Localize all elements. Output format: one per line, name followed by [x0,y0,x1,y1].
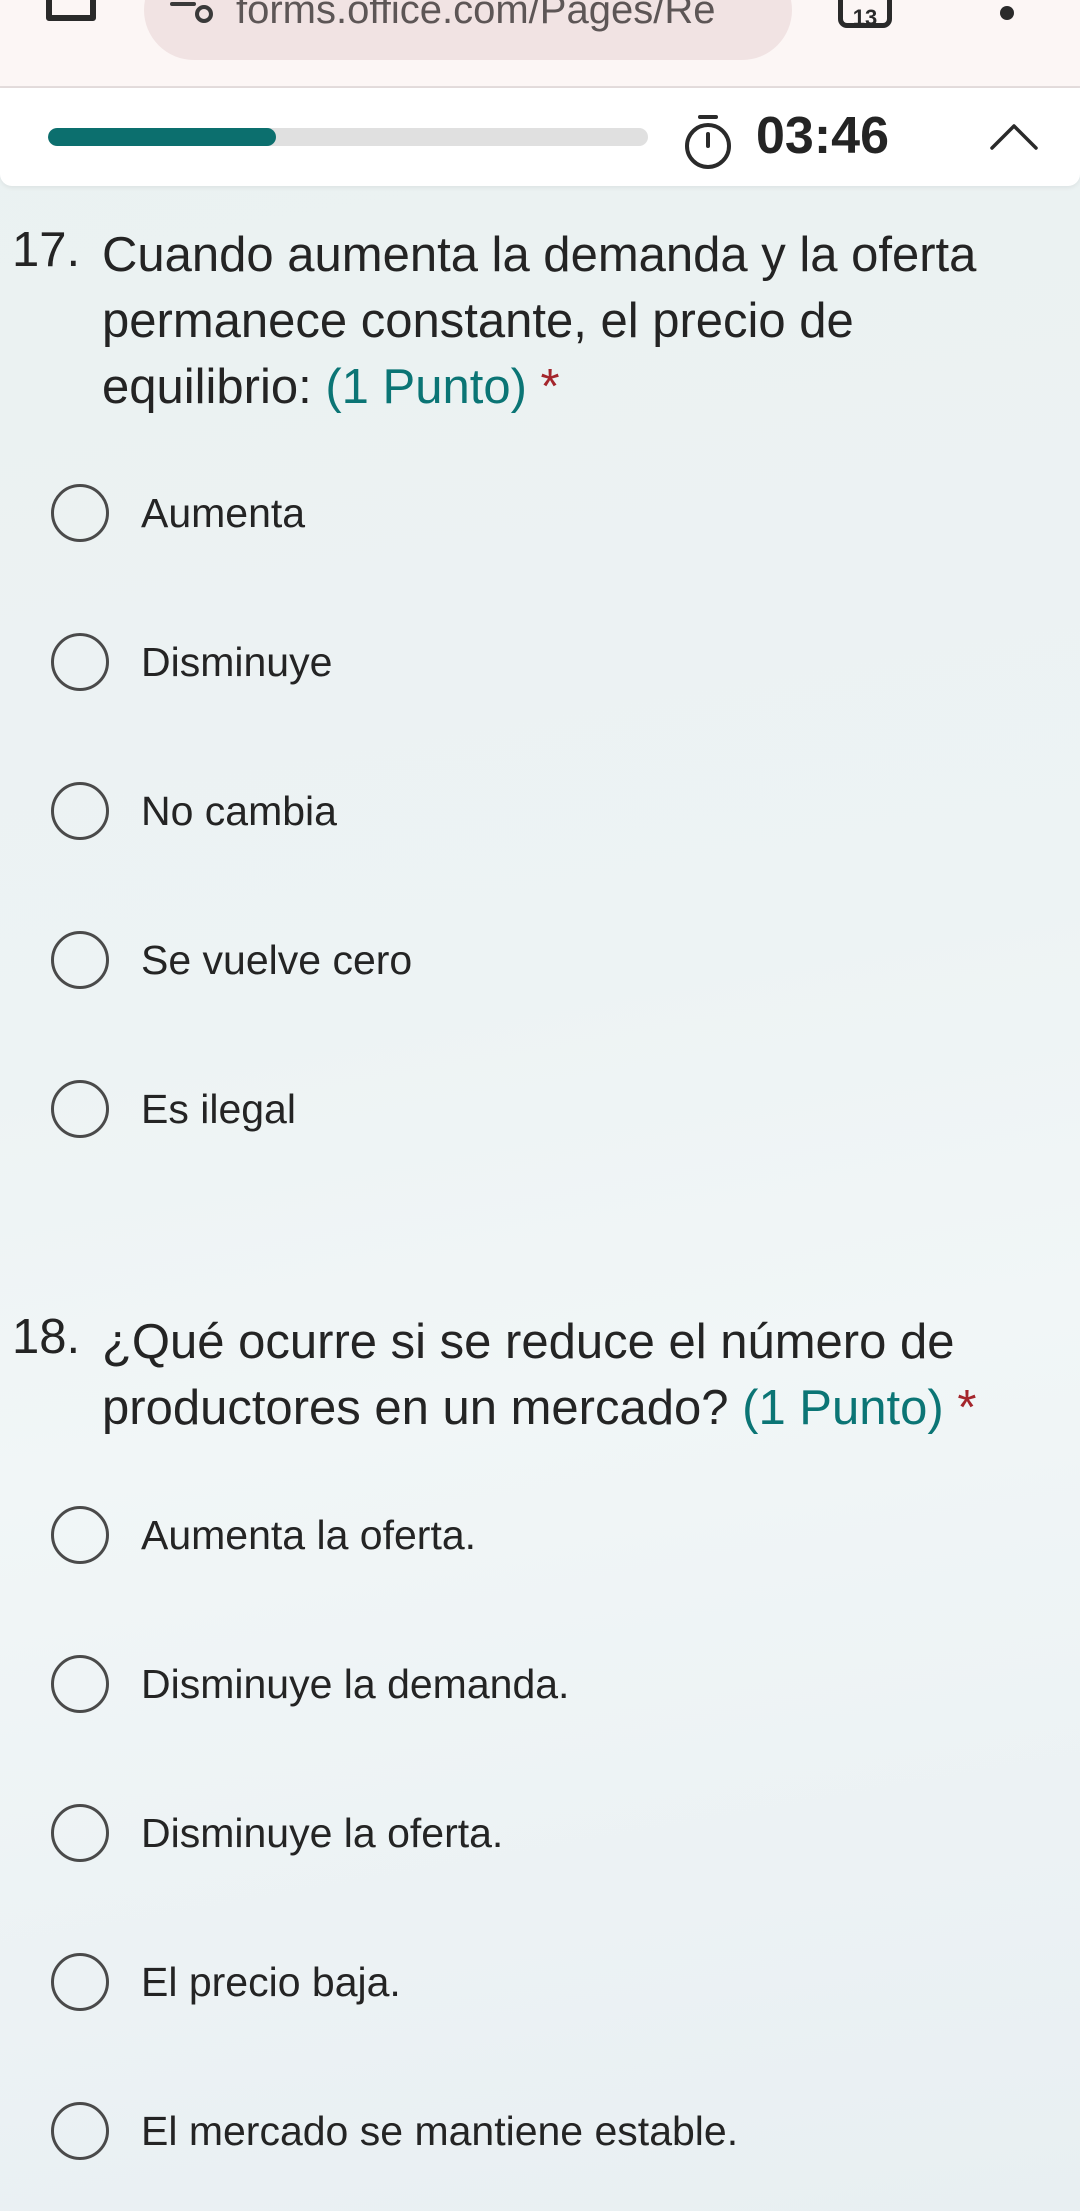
option-aumenta[interactable]: Aumenta [0,454,1080,574]
radio-button[interactable] [51,633,109,691]
option-disminuye-la-demanda[interactable]: Disminuye la demanda. [0,1625,1080,1745]
option-el-precio-baja[interactable]: El precio baja. [0,1923,1080,2043]
required-marker: * [957,1381,977,1435]
home-icon[interactable] [44,0,98,24]
option-disminuye[interactable]: Disminuye [0,603,1080,723]
tab-switcher-button[interactable]: 13 [838,0,892,30]
question-title: ¿Qué ocurre si se reduce el número de pr… [102,1309,1050,1441]
radio-button[interactable] [51,1655,109,1713]
option-label: Disminuye la demanda. [141,1661,570,1707]
progress-fill [48,128,276,146]
required-marker: * [540,360,560,414]
more-menu-icon[interactable] [996,0,1020,30]
option-label: Aumenta [141,490,306,536]
chevron-up-icon[interactable] [986,116,1042,156]
option-se-vuelve-cero[interactable]: Se vuelve cero [0,901,1080,1021]
option-no-cambia[interactable]: No cambia [0,752,1080,872]
option-mercado-estable[interactable]: El mercado se mantiene estable. [0,2072,1080,2192]
site-settings-icon[interactable] [170,0,216,24]
timer-text: 03:46 [756,107,889,165]
question-title: Cuando aumenta la demanda y la oferta pe… [102,222,1050,420]
radio-button[interactable] [51,1080,109,1138]
question-number: 17. [12,223,81,277]
radio-button[interactable] [51,484,109,542]
url-text: forms.office.com/Pages/Re [236,0,716,32]
option-label: Es ilegal [141,1086,296,1132]
option-label: El precio baja. [141,1959,401,2005]
radio-button[interactable] [51,2102,109,2160]
radio-button[interactable] [51,1506,109,1564]
option-label: Disminuye la oferta. [141,1810,504,1856]
progress-bar [48,128,648,146]
question-points: (1 Punto) [325,360,527,414]
option-label: Aumenta la oferta. [141,1512,477,1558]
question-points: (1 Punto) [742,1381,944,1435]
radio-button[interactable] [51,1953,109,2011]
option-label: Se vuelve cero [141,937,413,983]
stopwatch-icon [682,114,734,170]
question-text: Cuando aumenta la demanda y la oferta pe… [102,228,977,414]
option-label: No cambia [141,788,337,834]
radio-button[interactable] [51,1804,109,1862]
question-number: 18. [12,1310,81,1364]
option-es-ilegal[interactable]: Es ilegal [0,1050,1080,1170]
radio-button[interactable] [51,782,109,840]
option-label: Disminuye [141,639,333,685]
option-aumenta-la-oferta[interactable]: Aumenta la oferta. [0,1476,1080,1596]
tab-count: 13 [852,5,878,30]
browser-toolbar: forms.office.com/Pages/Re 13 [0,0,1080,88]
radio-button[interactable] [51,931,109,989]
form-progress-header: 03:46 [0,88,1080,186]
option-label: El mercado se mantiene estable. [141,2108,739,2154]
address-bar[interactable]: forms.office.com/Pages/Re [144,0,792,60]
option-disminuye-la-oferta[interactable]: Disminuye la oferta. [0,1774,1080,1894]
